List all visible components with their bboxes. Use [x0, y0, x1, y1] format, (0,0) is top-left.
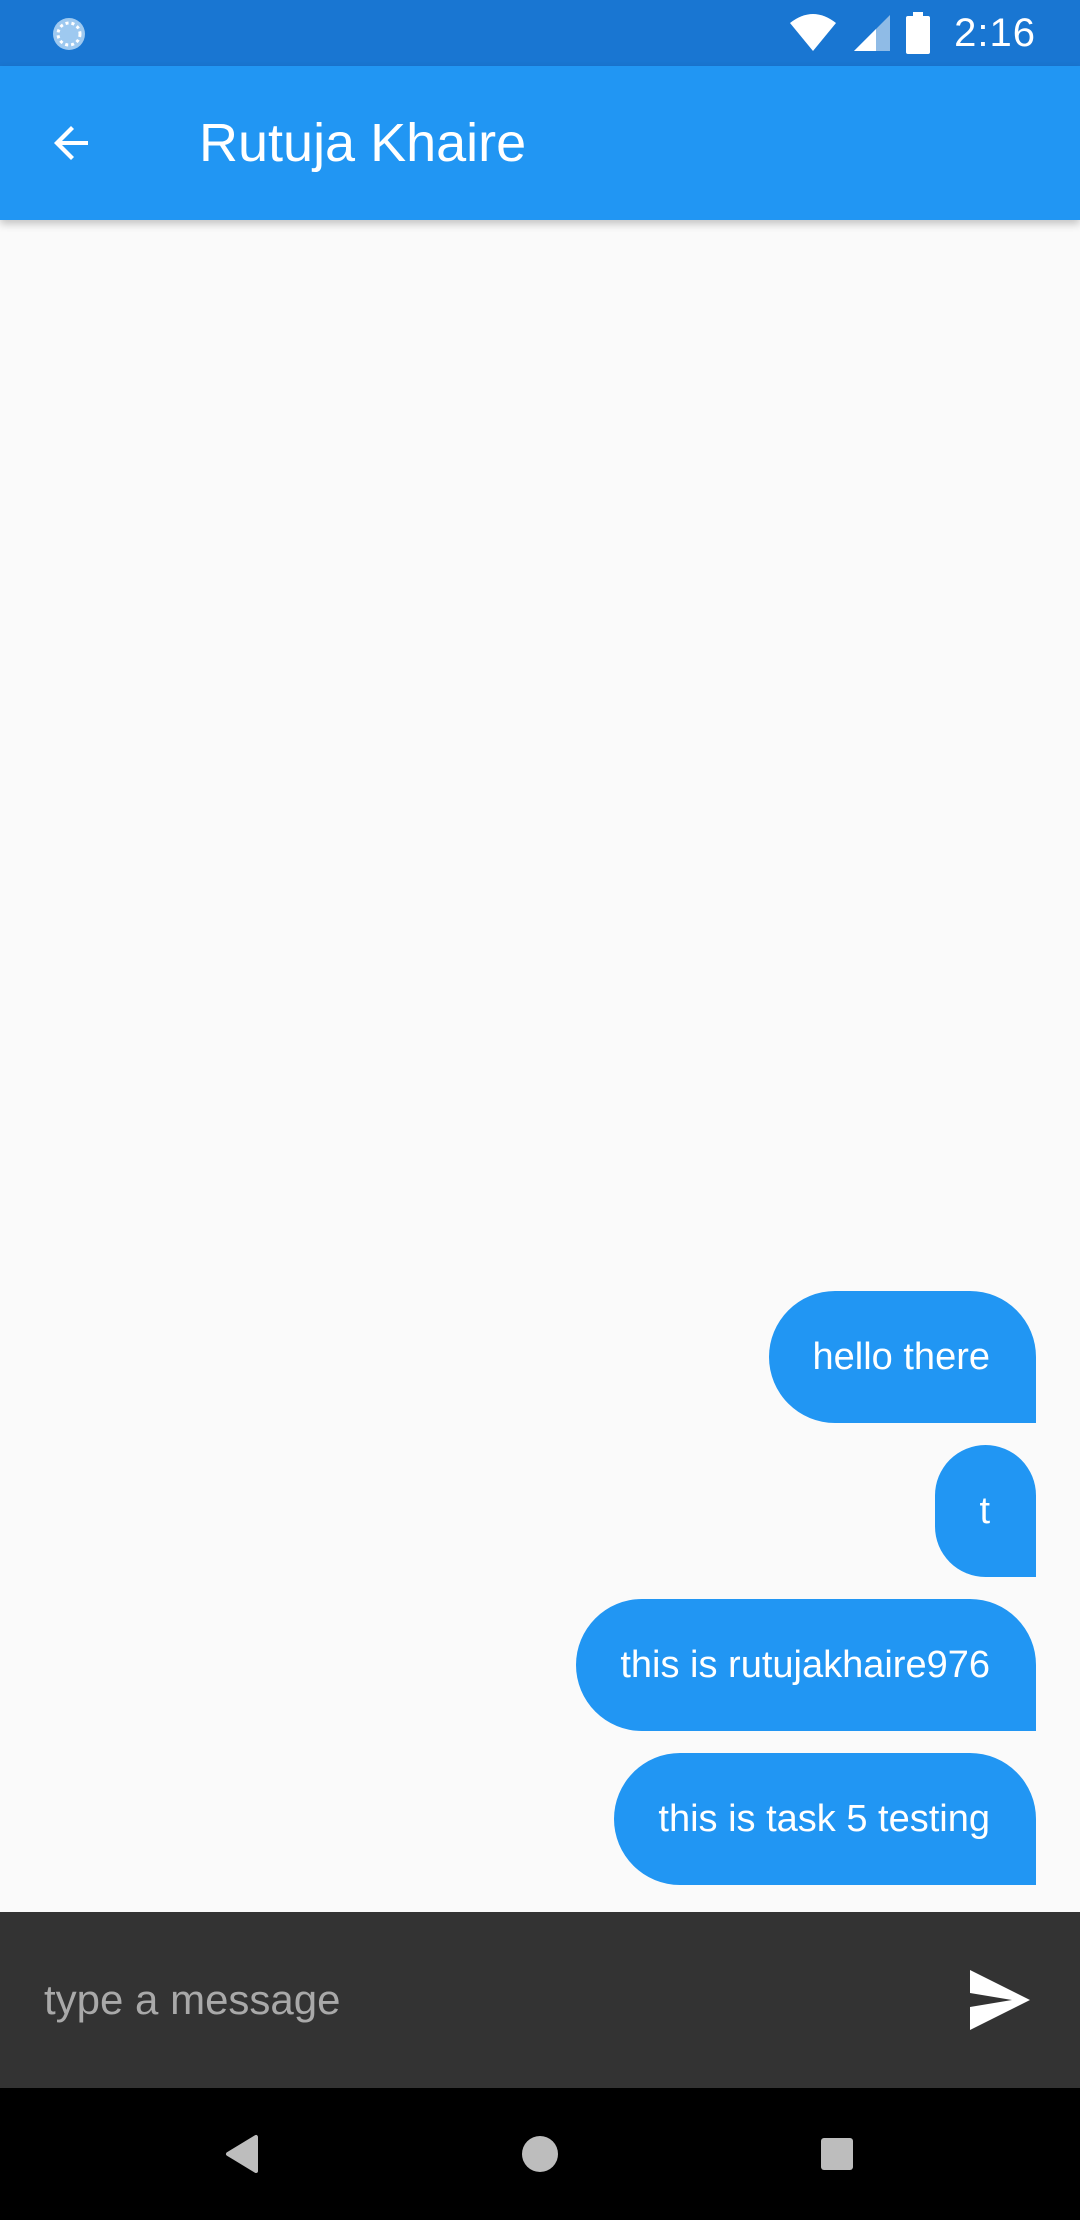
message-bubble: hello there [768, 1291, 1036, 1423]
back-triangle-icon [226, 2135, 258, 2173]
message-bubble: t [935, 1445, 1036, 1577]
app-bar: Rutuja Khaire [0, 66, 1080, 220]
chat-screen: 2:16 Rutuja Khaire hello there t this is… [0, 0, 1080, 2220]
status-time: 2:16 [954, 10, 1036, 55]
home-circle-icon [522, 2136, 558, 2172]
message-bubble: this is task 5 testing [614, 1753, 1036, 1885]
nav-back-button[interactable] [182, 2088, 302, 2220]
message-bubble: this is rutujakhaire976 [576, 1599, 1036, 1731]
recents-square-icon [821, 2138, 853, 2170]
nav-home-button[interactable] [480, 2088, 600, 2220]
send-button[interactable] [966, 1966, 1034, 2034]
message-list: hello there t this is rutujakhaire976 th… [0, 220, 1080, 1912]
message-composer [0, 1912, 1080, 2088]
nav-recents-button[interactable] [777, 2088, 897, 2220]
status-icons: 2:16 [788, 0, 1036, 66]
status-bar: 2:16 [0, 0, 1080, 66]
battery-icon [906, 12, 931, 54]
wifi-icon [790, 14, 837, 51]
arrow-back-icon [54, 126, 88, 160]
cell-signal-icon [854, 15, 891, 51]
sync-icon [53, 18, 85, 50]
message-input[interactable] [44, 1952, 904, 2048]
page-title: Rutuja Khaire [199, 113, 527, 173]
back-button[interactable] [40, 111, 104, 175]
send-icon [970, 1970, 1030, 2030]
system-nav-bar [0, 2088, 1080, 2220]
